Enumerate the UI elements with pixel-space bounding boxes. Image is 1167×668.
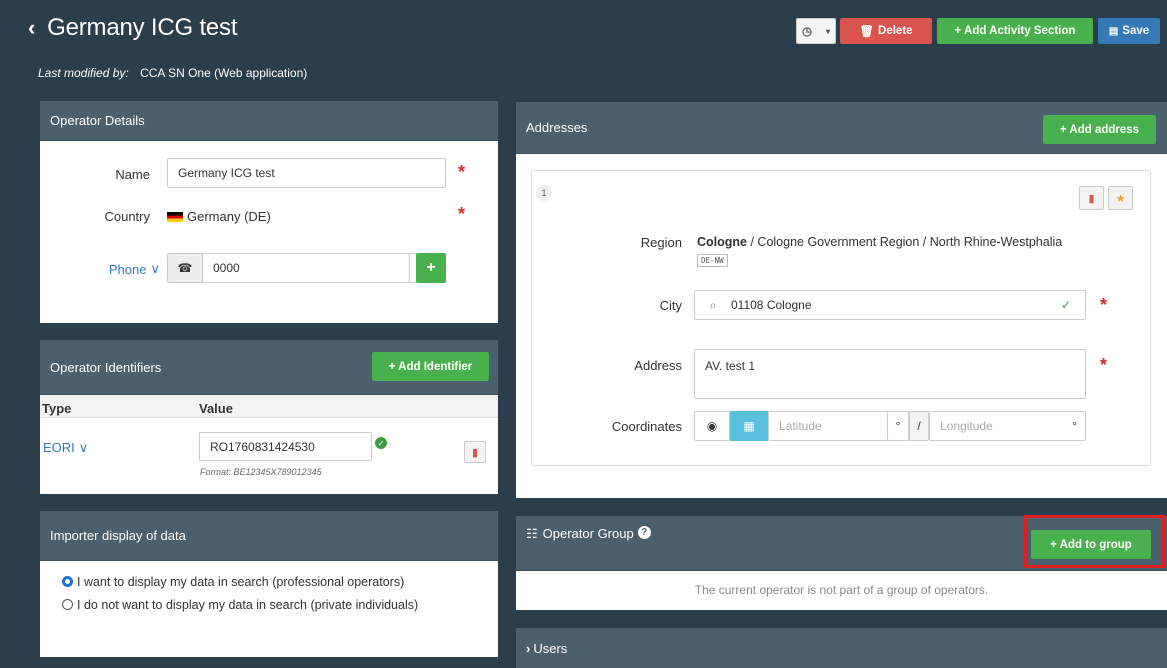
phone-type-dropdown[interactable]: Phone ∨ [80,261,160,277]
panel-title: Operator Group [542,526,634,541]
separator: / [909,411,929,441]
add-address-button[interactable]: + Add address [1043,115,1156,144]
clock-icon: ◷ [801,26,813,38]
identifier-value-input[interactable]: RO1760831424530 [199,432,372,461]
phone-input[interactable]: 0000 [202,253,410,283]
add-activity-label: + Add Activity Section [954,25,1076,37]
trash-icon: ▮ [1088,192,1095,205]
last-modified-label: Last modified by: [38,66,129,80]
importer-display-panel: Importer display of data I want to displ… [40,511,498,657]
required-asterisk: * [458,204,466,224]
delete-address-button[interactable]: ▮ [1079,186,1104,210]
col-type: Type [42,401,72,416]
valid-check-icon: ✓ [375,437,387,449]
delete-identifier-button[interactable]: ▮ [464,441,486,463]
address-label: Address [634,358,682,373]
chevron-down-icon: ∨ [150,261,160,276]
save-icon: ▤ [1108,25,1119,37]
map-icon[interactable]: ▦ [730,411,768,441]
trash-icon: 🗑 [859,26,875,38]
map-marker-icon[interactable]: ◉ [694,411,730,441]
last-modified: Last modified by: CCA SN One (Web applic… [38,66,307,80]
phone-label: Phone [108,261,147,277]
last-modified-value: CCA SN One (Web application) [140,66,308,80]
primary-address-button[interactable]: ★ [1108,186,1133,210]
germany-flag-icon [167,211,183,222]
phone-icon: ☎ [167,253,203,283]
address-index: 1 [536,185,552,201]
trash-icon: ▮ [471,446,479,459]
sitemap-icon: ☷ [526,526,538,541]
panel-title: Operator Details [50,113,145,128]
latitude-placeholder: Latitude [779,419,822,433]
city-input[interactable]: ⌕ 01108 Cologne ✓ [694,290,1086,320]
addresses-panel: Addresses + Add address 1 ▮ ★ Region Col… [516,102,1167,498]
group-message: The current operator is not part of a gr… [694,583,989,597]
operator-title: Germany ICG test [47,14,238,41]
country-text: Germany (DE) [187,209,271,224]
city-label: City [659,298,682,313]
importer-option-1[interactable]: I want to display my data in search (pro… [62,575,404,589]
option-1-label: I want to display my data in search (pro… [77,575,405,589]
name-input[interactable]: Germany ICG test [167,158,446,188]
importer-option-2[interactable]: I do not want to display my data in sear… [62,598,418,612]
panel-header: Importer display of data [40,511,498,561]
chevron-down-icon: ∨ [78,440,89,455]
format-hint: Format: BE12345X789012345 [200,467,322,477]
longitude-placeholder: Longitude [940,419,993,433]
save-label: Save [1122,25,1150,37]
region-code-badge: DE-NW [697,254,728,267]
save-button[interactable]: ▤ Save [1098,18,1160,44]
country-label: Country [104,209,150,224]
panel-title: Operator Identifiers [50,359,162,375]
radio-unselected[interactable] [62,599,73,610]
name-label: Name [115,167,150,182]
required-asterisk: * [458,162,466,182]
delete-label: Delete [878,25,913,37]
search-icon: ⌕ [709,297,717,312]
history-button[interactable]: ◷ ▾ [796,18,836,44]
users-title: Users [533,640,568,656]
page-title: ‹ Germany ICG test [28,14,238,42]
region-label: Region [640,235,682,250]
check-icon: ✓ [1060,298,1071,312]
identifier-type-dropdown[interactable]: EORI ∨ [43,440,88,456]
panel-header: Operator Details [40,101,498,141]
coordinates-label: Coordinates [611,419,682,434]
region-path: / Cologne Government Region / North Rhin… [747,235,1063,249]
city-value: 01108 Cologne [731,298,812,312]
star-icon: ★ [1115,192,1126,205]
region-city: Cologne [697,235,747,249]
operator-identifiers-panel: Operator Identifiers + Add Identifier Ty… [40,340,498,494]
region-value: Cologne / Cologne Government Region / No… [697,235,1062,249]
required-asterisk: * [1100,355,1108,375]
identifier-type-label: EORI [43,440,75,455]
address-textarea[interactable]: AV. test 1 [694,349,1086,399]
add-identifier-button[interactable]: + Add Identifier [372,352,489,381]
chevron-left-icon[interactable]: ‹ [28,15,35,41]
add-activity-section-button[interactable]: + Add Activity Section [937,18,1093,44]
operator-details-panel: Operator Details Name Germany ICG test *… [40,101,498,323]
longitude-input[interactable]: Longitude ° [929,411,1086,441]
caret-down-icon: ▾ [826,26,831,36]
operator-group-panel: ☷ Operator Group ? + Add to group The cu… [516,515,1167,610]
required-asterisk: * [1100,295,1108,315]
add-to-group-button[interactable]: + Add to group [1031,530,1151,559]
degree-symbol: ° [887,411,909,441]
identifiers-table-header [40,395,498,418]
chevron-right-icon: › [526,640,531,656]
panel-title: Importer display of data [50,528,186,543]
panel-title: Addresses [526,120,588,135]
col-value: Value [199,401,233,416]
delete-button[interactable]: 🗑 Delete [840,18,932,44]
help-icon[interactable]: ? [637,526,651,539]
add-phone-button[interactable]: + [416,253,446,283]
degree-symbol: ° [1072,419,1077,433]
radio-selected[interactable] [62,576,73,587]
users-panel-header[interactable]: › Users [516,628,1167,668]
option-2-label: I do not want to display my data in sear… [77,598,419,612]
country-value: Germany (DE) [167,209,271,224]
